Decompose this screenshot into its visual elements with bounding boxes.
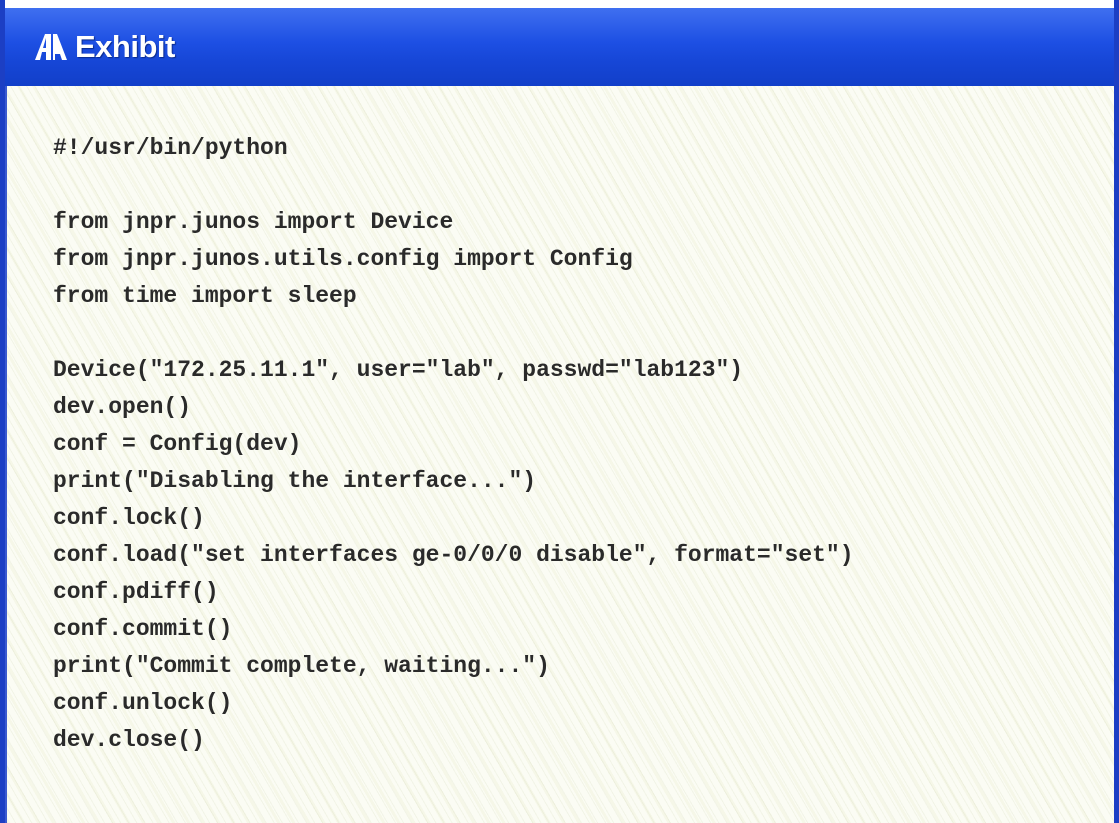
code-line: conf.commit(): [53, 616, 233, 642]
code-line: dev.close(): [53, 727, 205, 753]
code-panel: #!/usr/bin/python from jnpr.junos import …: [5, 86, 1114, 823]
code-block: #!/usr/bin/python from jnpr.junos import …: [53, 130, 854, 759]
code-line: #!/usr/bin/python: [53, 135, 288, 161]
code-line: dev.open(): [53, 394, 192, 420]
code-line: from jnpr.junos import Device: [53, 209, 454, 235]
code-line: from jnpr.junos.utils.config import Conf…: [53, 246, 633, 272]
code-line: print("Commit complete, waiting..."): [53, 653, 550, 679]
window-top-edge: [5, 0, 1114, 8]
code-line: conf.lock(): [53, 505, 205, 531]
code-line: print("Disabling the interface..."): [53, 468, 537, 494]
code-line: conf.load("set interfaces ge-0/0/0 disab…: [53, 542, 854, 568]
code-line: from time import sleep: [53, 283, 357, 309]
exhibit-icon: [31, 30, 69, 64]
code-line: Device("172.25.11.1", user="lab", passwd…: [53, 357, 744, 383]
code-line: conf.unlock(): [53, 690, 233, 716]
window-title: Exhibit: [75, 29, 175, 64]
code-line: conf.pdiff(): [53, 579, 219, 605]
title-bar[interactable]: Exhibit: [5, 8, 1114, 86]
code-line: conf = Config(dev): [53, 431, 302, 457]
exhibit-window: Exhibit #!/usr/bin/python from jnpr.junos…: [0, 0, 1119, 823]
